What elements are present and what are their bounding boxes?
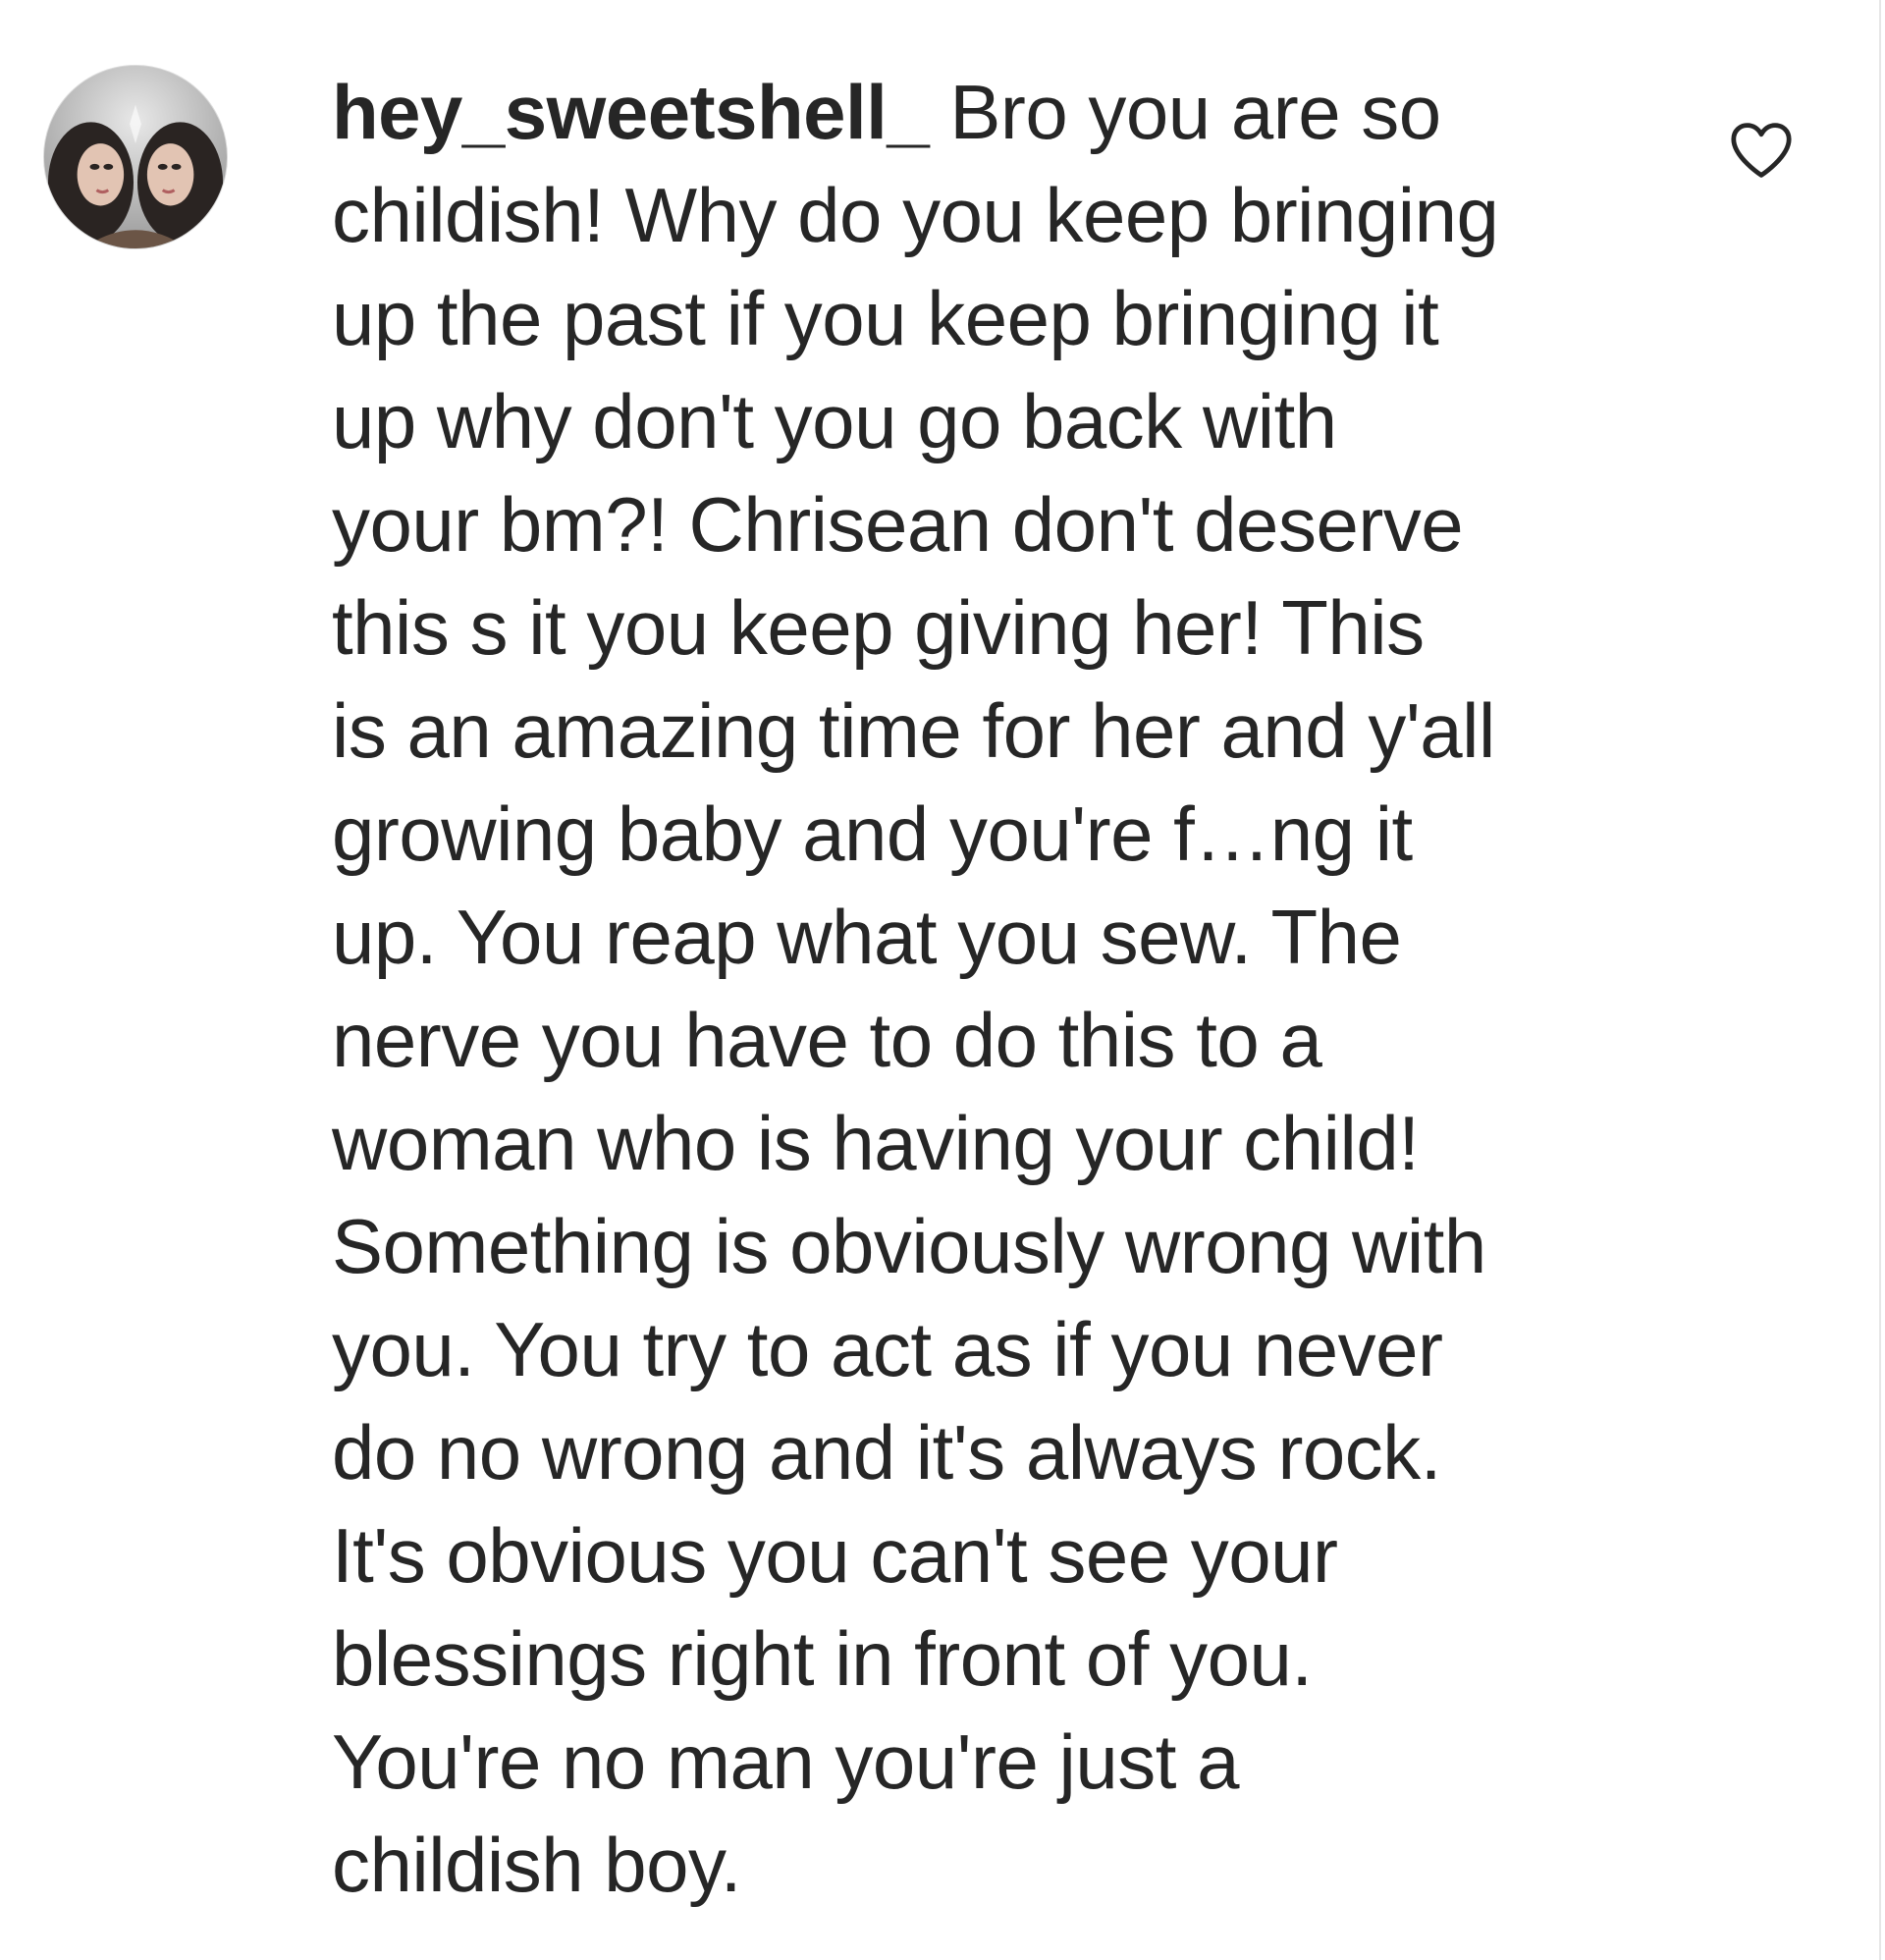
comment-item: hey_sweetshell_ Bro you are so childish!… — [0, 0, 1885, 1960]
comment-text-start: Bro you are so — [929, 69, 1441, 155]
comment-line: Something is obviously wrong with — [332, 1203, 1486, 1289]
comment-line: is an amazing time for her and y'all — [332, 687, 1495, 774]
comment-line: It's obvious you can't see your — [332, 1512, 1338, 1599]
comment-line: you. You try to act as if you never — [332, 1306, 1443, 1392]
heart-outline-icon — [1731, 123, 1792, 178]
comment-line: woman who is having your child! — [332, 1100, 1420, 1186]
comment-line: up why don't you go back with — [332, 378, 1337, 464]
comment-line: do no wrong and it's always rock. — [332, 1409, 1441, 1496]
avatar-image — [44, 66, 227, 248]
comment-username[interactable]: hey_sweetshell_ — [332, 69, 930, 155]
comment-line: childish! Why do you keep bringing — [332, 172, 1499, 258]
comment-line: growing baby and you're f…ng it — [332, 790, 1413, 877]
comment-text: hey_sweetshell_ Bro you are so childish!… — [332, 61, 1647, 1917]
comment-line: up. You reap what you sew. The — [332, 894, 1402, 980]
comment-line: blessings right in front of you. — [332, 1615, 1313, 1702]
comment-line: up the past if you keep bringing it — [332, 275, 1439, 361]
comment-line: nerve you have to do this to a — [332, 997, 1322, 1083]
comment-first-line: hey_sweetshell_ Bro you are so — [332, 61, 1647, 164]
comment-line: this s it you keep giving her! This — [332, 584, 1425, 671]
comment-line: your bm?! Chrisean don't deserve — [332, 481, 1464, 568]
comment-line: childish boy. — [332, 1822, 741, 1908]
avatar[interactable] — [43, 65, 228, 249]
like-button[interactable] — [1728, 120, 1795, 181]
comment-line: You're no man you're just a — [332, 1718, 1240, 1805]
